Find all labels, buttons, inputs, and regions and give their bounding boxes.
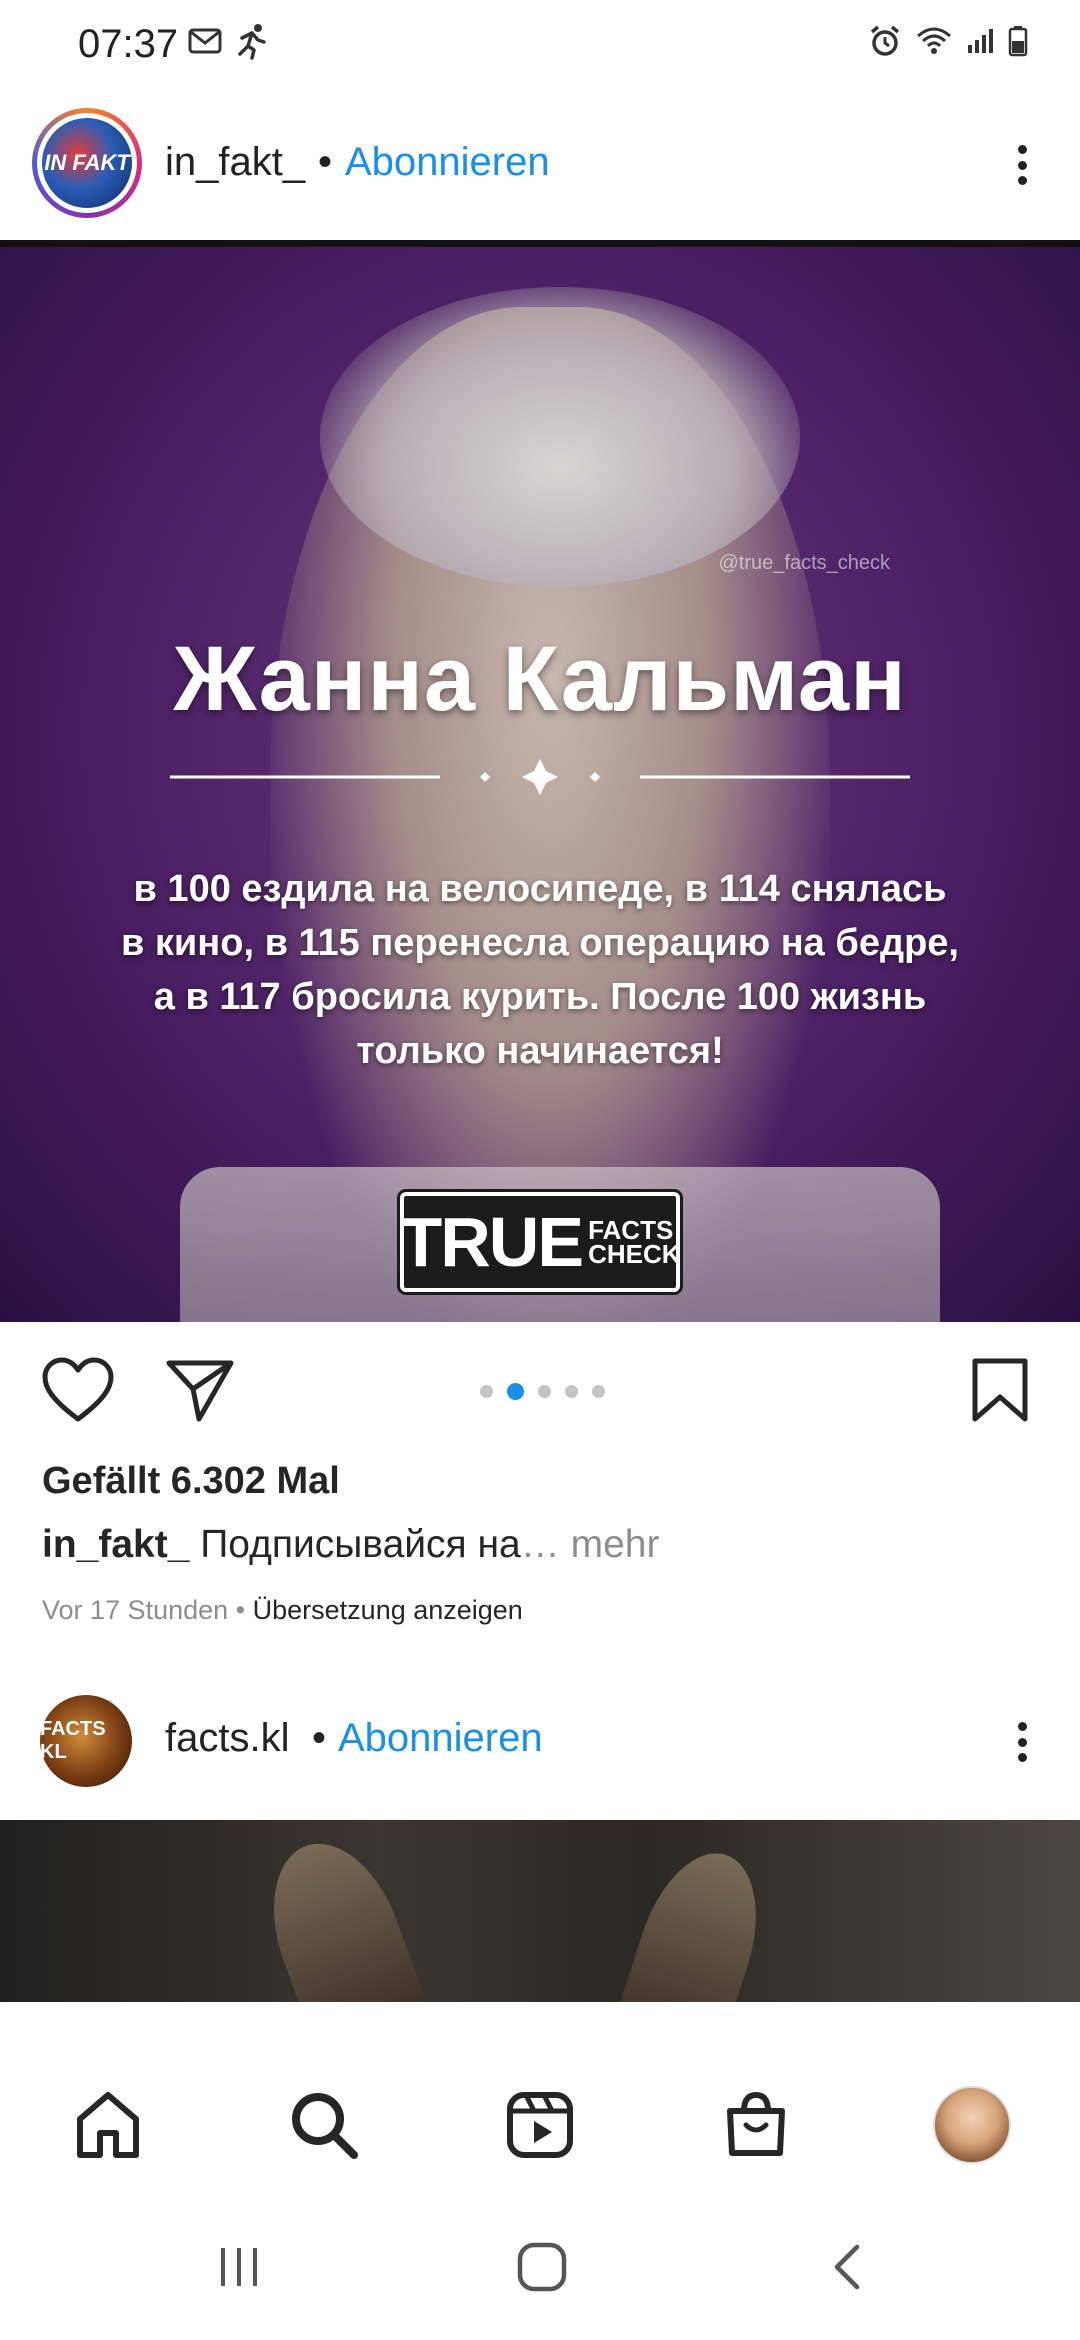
- recents-button[interactable]: [215, 2242, 265, 2297]
- home-icon: [77, 2092, 139, 2158]
- like-button[interactable]: [38, 1355, 118, 1425]
- share-button[interactable]: [160, 1355, 240, 1425]
- bottom-nav: [0, 2055, 1080, 2195]
- carousel-indicator: [480, 1383, 605, 1400]
- alarm-icon: [868, 24, 902, 63]
- true-facts-badge: TRUE FACTS CHECK: [399, 1192, 681, 1292]
- caption-more-link[interactable]: … mehr: [521, 1523, 660, 1566]
- post-meta: Vor 17 Stunden • Übersetzung anzeigen: [42, 1595, 523, 1626]
- post-header: IN FAKT in_fakt_ • Abonnieren: [0, 100, 1080, 230]
- image-watermark: @true_facts_check: [718, 552, 891, 574]
- translate-link[interactable]: Übersetzung anzeigen: [253, 1595, 523, 1625]
- dot: [1017, 145, 1027, 154]
- photo-hair: [320, 287, 800, 587]
- avatar-image: IN FAKT: [42, 118, 132, 208]
- photo-ear-left: [249, 1825, 431, 2002]
- wifi-icon: [916, 26, 952, 61]
- carousel-dot: [538, 1385, 551, 1398]
- dot: [1017, 1722, 1027, 1731]
- nav-search[interactable]: [284, 2085, 364, 2165]
- post-image[interactable]: @true_facts_check Жанна Кальман в 100 ез…: [0, 247, 1080, 1322]
- recents-icon: [221, 2248, 257, 2286]
- reels-icon: [507, 2092, 573, 2158]
- signal-icon: [966, 27, 994, 60]
- post-time: Vor 17 Stunden: [42, 1595, 229, 1625]
- nav-profile[interactable]: [932, 2085, 1012, 2165]
- photo-ear-right: [611, 1837, 779, 2002]
- bookmark-icon: [972, 1358, 1028, 1422]
- follow-button[interactable]: Abonnieren: [345, 140, 550, 185]
- badge-main-text: TRUE: [399, 1203, 585, 1281]
- mail-notification-icon: [188, 26, 222, 61]
- image-body-text: в 100 ездила на велосипеде, в 114 снялас…: [121, 868, 959, 1072]
- header-separator: •: [318, 140, 333, 184]
- badge-sub-text: FACTS CHECK: [588, 1217, 681, 1269]
- system-nav-bar: [0, 2200, 1080, 2340]
- post2-image[interactable]: [0, 1820, 1080, 2002]
- carousel-dot: [480, 1385, 493, 1398]
- home-button-icon: [517, 2242, 567, 2292]
- home-system-button[interactable]: [515, 2240, 569, 2299]
- post-actions: [0, 1330, 1080, 1450]
- likes-count[interactable]: Gefällt 6.302 Mal: [42, 1460, 340, 1503]
- post2-follow-button[interactable]: Abonnieren: [338, 1716, 543, 1761]
- post2-more-options-button[interactable]: [1002, 1712, 1042, 1772]
- status-time: 07:37: [78, 22, 179, 66]
- badge-sub-2: CHECK: [588, 1239, 681, 1269]
- caption-username[interactable]: in_fakt_: [42, 1523, 189, 1566]
- dot: [1017, 1737, 1027, 1747]
- post-caption[interactable]: in_fakt_ Подписывайся на… mehr: [42, 1523, 659, 1567]
- battery-icon: [1008, 25, 1028, 62]
- nav-home[interactable]: [68, 2085, 148, 2165]
- post2-username[interactable]: facts.kl: [165, 1716, 289, 1761]
- search-icon: [292, 2093, 358, 2159]
- story-avatar[interactable]: IN FAKT: [32, 108, 142, 218]
- back-button[interactable]: [825, 2242, 869, 2297]
- post2-separator: •: [312, 1716, 327, 1760]
- post2-header: FACTS KL facts.kl • Abonnieren: [0, 1692, 1080, 1792]
- meta-separator: •: [235, 1595, 246, 1625]
- post2-avatar[interactable]: FACTS KL: [40, 1695, 132, 1787]
- status-right-icons: [868, 24, 1028, 63]
- status-left-icons: [188, 22, 270, 65]
- nav-reels[interactable]: [500, 2085, 580, 2165]
- shop-icon: [727, 2091, 785, 2156]
- nav-shop[interactable]: [716, 2085, 796, 2165]
- dot: [1017, 1753, 1027, 1762]
- heart-icon: [42, 1357, 114, 1422]
- divider: [0, 240, 1080, 247]
- dot: [1017, 160, 1027, 170]
- status-bar: 07:37: [0, 0, 1080, 90]
- image-title: Жанна Кальман: [173, 628, 907, 730]
- post-username[interactable]: in_fakt_: [165, 140, 305, 185]
- dot: [1017, 176, 1027, 185]
- back-icon: [834, 2244, 860, 2290]
- save-button[interactable]: [965, 1355, 1035, 1425]
- send-icon: [166, 1360, 234, 1422]
- carousel-dot-active: [507, 1383, 524, 1400]
- carousel-dot: [565, 1385, 578, 1398]
- ornament-icon: [170, 759, 910, 795]
- carousel-dot: [592, 1385, 605, 1398]
- caption-text: Подписывайся на: [200, 1523, 521, 1566]
- profile-avatar: [933, 2086, 1011, 2164]
- running-activity-icon: [234, 22, 270, 65]
- more-options-button[interactable]: [1002, 135, 1042, 195]
